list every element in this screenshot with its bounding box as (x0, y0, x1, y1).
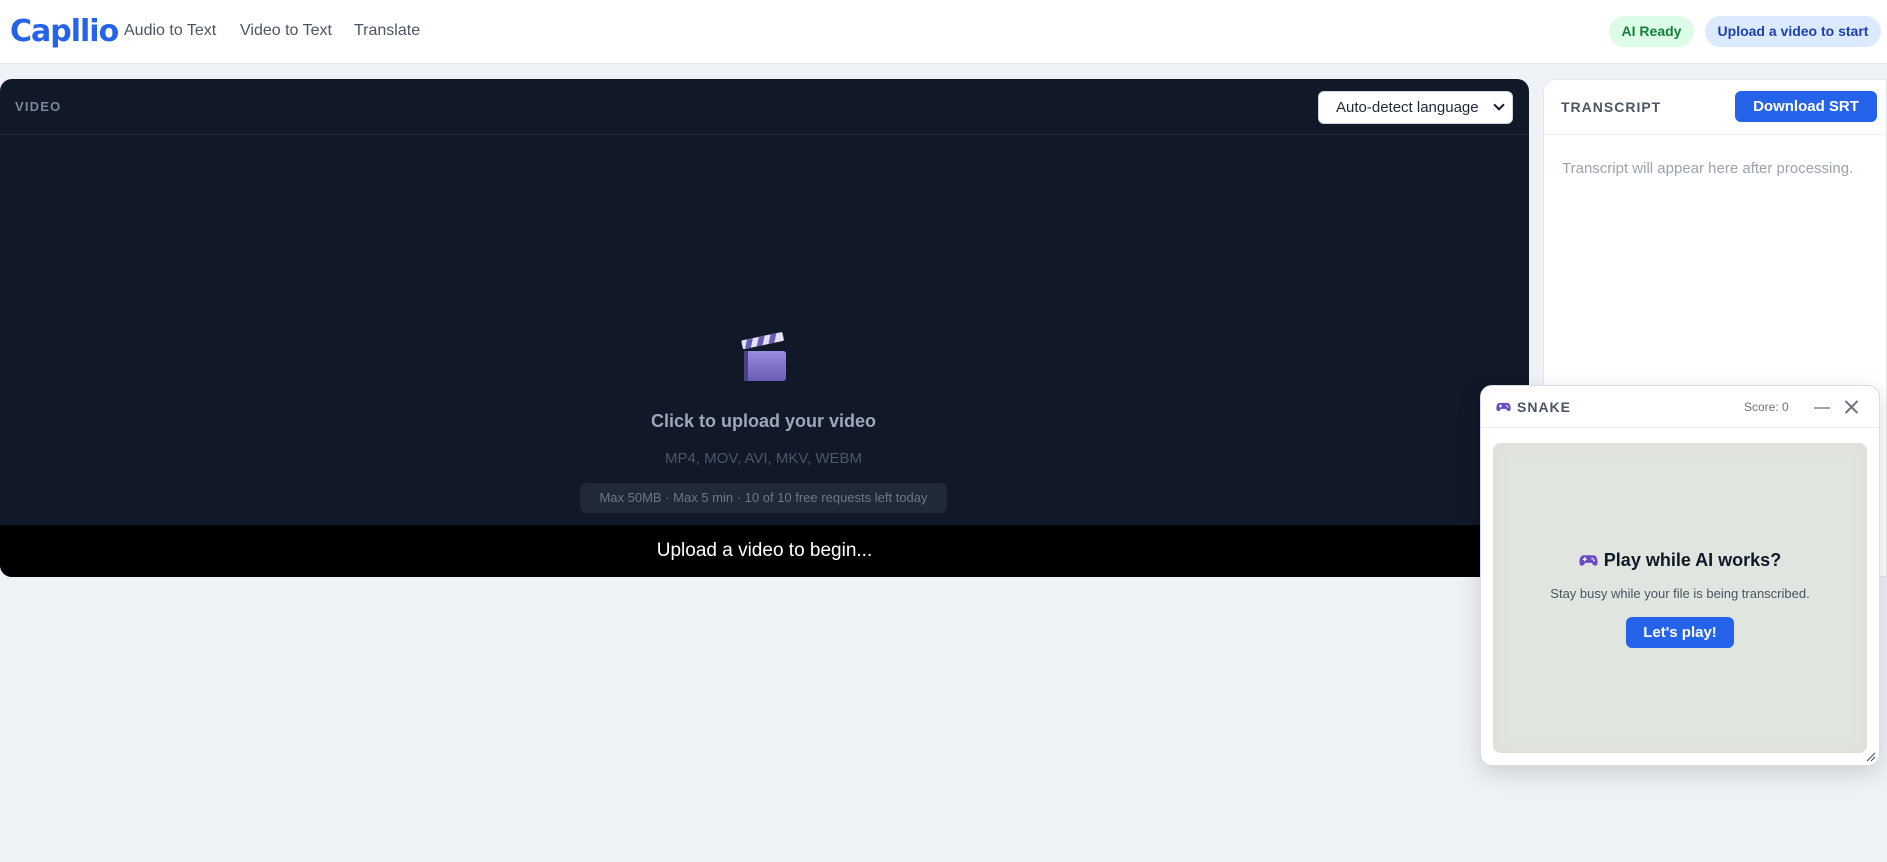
video-panel-header: VIDEO Auto-detect language (0, 79, 1529, 135)
video-panel: VIDEO Auto-detect language Click to uplo… (0, 79, 1529, 577)
language-select[interactable]: Auto-detect language (1318, 91, 1513, 124)
transcript-panel-label: TRANSCRIPT (1561, 99, 1662, 115)
close-icon[interactable] (1841, 396, 1863, 418)
logo[interactable]: Capllio (10, 14, 119, 49)
snake-widget-header[interactable]: SNAKE Score: 0 (1481, 386, 1879, 428)
language-select-value: Auto-detect language (1336, 99, 1479, 116)
lets-play-button[interactable]: Let's play! (1626, 617, 1734, 648)
snake-game-widget: SNAKE Score: 0 Play while AI works? Stay… (1480, 385, 1880, 766)
resize-handle-icon[interactable] (1866, 752, 1876, 762)
snake-game-area[interactable]: Play while AI works? Stay busy while you… (1493, 443, 1867, 753)
video-panel-label: VIDEO (15, 99, 62, 114)
chevron-down-icon (1493, 99, 1505, 111)
ai-ready-badge: AI Ready (1609, 16, 1694, 47)
gamepad-icon (1496, 402, 1511, 412)
upload-title: Click to upload your video (650, 411, 877, 431)
snake-score: Score: 0 (1744, 400, 1789, 414)
video-status-bar: Upload a video to begin... (0, 525, 1529, 577)
upload-limits-badge: Max 50MB · Max 5 min · 10 of 10 free req… (580, 483, 947, 513)
game-prompt-title: Play while AI works? (1493, 550, 1867, 571)
transcript-placeholder: Transcript will appear here after proces… (1562, 160, 1854, 177)
clapperboard-icon (741, 332, 786, 381)
download-srt-button[interactable]: Download SRT (1735, 91, 1877, 122)
minimize-icon[interactable] (1811, 398, 1833, 416)
upload-video-button[interactable]: Upload a video to start (1705, 16, 1881, 47)
snake-widget-title: SNAKE (1517, 399, 1572, 415)
transcript-panel-header: TRANSCRIPT Download SRT (1544, 80, 1886, 135)
game-prompt-subtitle: Stay busy while your file is being trans… (1550, 586, 1810, 601)
video-upload-dropzone[interactable]: Click to upload your video MP4, MOV, AVI… (0, 136, 1529, 525)
supported-formats: MP4, MOV, AVI, MKV, WEBM (665, 450, 862, 467)
nav-video-to-text[interactable]: Video to Text (240, 22, 332, 40)
nav-translate[interactable]: Translate (354, 22, 420, 40)
game-prompt-title-text: Play while AI works? (1603, 550, 1782, 570)
gamepad-icon (1579, 555, 1598, 566)
top-navigation: Capllio Audio to Text Video to Text Tran… (0, 0, 1887, 64)
nav-audio-to-text[interactable]: Audio to Text (124, 22, 216, 40)
